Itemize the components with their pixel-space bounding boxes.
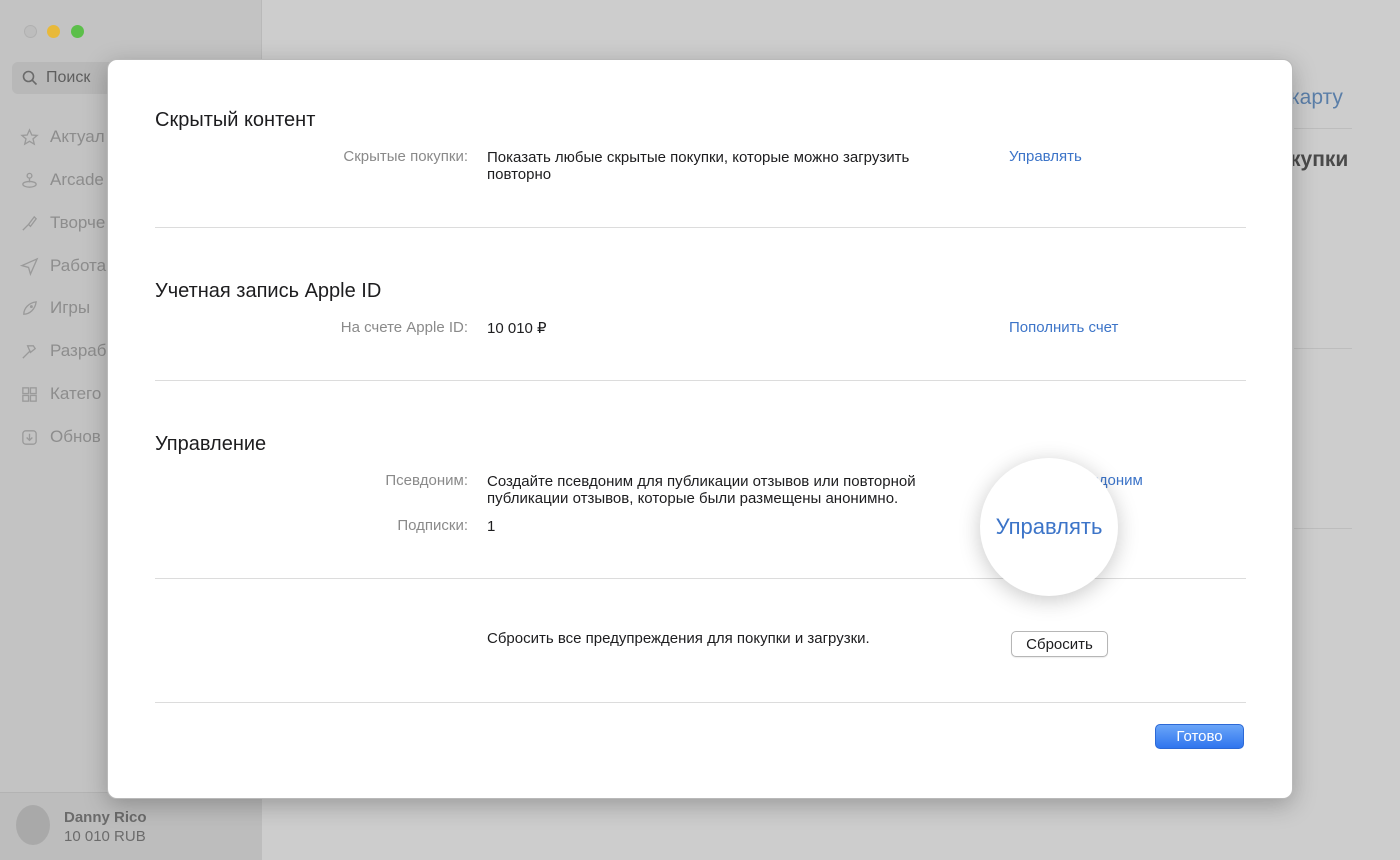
background-divider bbox=[1294, 348, 1352, 349]
sidebar-item-develop[interactable]: Разраб bbox=[20, 341, 106, 361]
window-minimize-button[interactable] bbox=[47, 25, 60, 38]
sidebar-item-label: Катего bbox=[50, 384, 102, 403]
search-label: Поиск bbox=[46, 69, 91, 86]
sidebar-item-label: Arcade bbox=[50, 170, 104, 189]
sidebar-item-label: Работа bbox=[50, 256, 107, 275]
download-icon bbox=[22, 429, 37, 445]
window-zoom-button[interactable] bbox=[71, 25, 84, 38]
manage-hidden-purchases-link[interactable]: Управлять bbox=[1009, 148, 1082, 165]
management-title: Управление bbox=[155, 433, 267, 455]
hidden-content-title: Скрытый контент bbox=[155, 109, 316, 131]
apple-id-balance-value: 10 010 ₽ bbox=[487, 320, 547, 337]
brush-icon bbox=[22, 215, 38, 231]
hidden-purchases-description: Показать любые скрытые покупки, которые … bbox=[487, 149, 910, 183]
sidebar-item-label: Разраб bbox=[50, 341, 107, 360]
section-divider bbox=[155, 227, 1246, 228]
hidden-purchases-label: Скрытые покупки: bbox=[343, 148, 468, 165]
account-bar[interactable]: Danny Rico 10 010 RUB bbox=[0, 792, 262, 860]
sidebar-item-label: Актуал bbox=[50, 127, 105, 146]
sidebar-item-games[interactable]: Игры bbox=[20, 298, 90, 318]
account-balance: 10 010 RUB bbox=[64, 828, 146, 845]
rocket-icon bbox=[23, 300, 37, 315]
sidebar-item-label: Обнов bbox=[50, 427, 101, 446]
magnified-manage-subscriptions-link[interactable]: Управлять bbox=[980, 458, 1118, 596]
nickname-label: Псевдоним: bbox=[385, 472, 468, 489]
star-icon bbox=[20, 127, 39, 146]
background-divider bbox=[1294, 528, 1352, 529]
avatar bbox=[16, 805, 50, 845]
add-funds-link[interactable]: Пополнить счет bbox=[1009, 319, 1118, 336]
section-divider bbox=[155, 702, 1246, 703]
paper-plane-icon bbox=[20, 257, 39, 276]
hammer-icon bbox=[22, 344, 37, 359]
apple-id-balance-label: На счете Apple ID: bbox=[340, 319, 468, 336]
reset-warnings-text: Сбросить все предупреждения для покупки … bbox=[487, 630, 870, 647]
search-icon bbox=[22, 70, 38, 86]
account-name: Danny Rico bbox=[64, 809, 147, 826]
done-button[interactable]: Готово bbox=[1155, 724, 1244, 749]
apple-id-title: Учетная запись Apple ID bbox=[155, 280, 382, 302]
sidebar-item-arcade[interactable]: Arcade bbox=[20, 170, 104, 190]
sidebar-item-label: Игры bbox=[50, 298, 91, 317]
joystick-icon bbox=[22, 172, 37, 188]
sidebar-item-work[interactable]: Работа bbox=[20, 256, 106, 276]
sidebar-item-create[interactable]: Творче bbox=[20, 213, 105, 233]
sidebar-item-label: Творче bbox=[50, 213, 106, 232]
grid-icon bbox=[22, 386, 37, 402]
account-settings-sheet: Скрытый контент Скрытые покупки: Показат… bbox=[107, 59, 1293, 799]
window-close-button[interactable] bbox=[24, 25, 37, 38]
reset-button[interactable]: Сбросить bbox=[1011, 631, 1108, 657]
section-divider bbox=[155, 380, 1246, 381]
sidebar-item-discover[interactable]: Актуал bbox=[20, 127, 105, 147]
subscriptions-count: 1 bbox=[487, 518, 496, 535]
manage-subscriptions-label: Управлять bbox=[995, 514, 1103, 539]
background-card-link: карту bbox=[1290, 86, 1343, 109]
background-divider bbox=[1294, 128, 1352, 129]
sidebar-item-updates[interactable]: Обнов bbox=[20, 427, 101, 447]
background-purchases-heading: купки bbox=[1290, 148, 1349, 171]
nickname-description: Создайте псевдоним для публикации отзыво… bbox=[487, 473, 916, 507]
sidebar-item-categories[interactable]: Катего bbox=[20, 384, 101, 404]
subscriptions-label: Подписки: bbox=[397, 517, 468, 534]
